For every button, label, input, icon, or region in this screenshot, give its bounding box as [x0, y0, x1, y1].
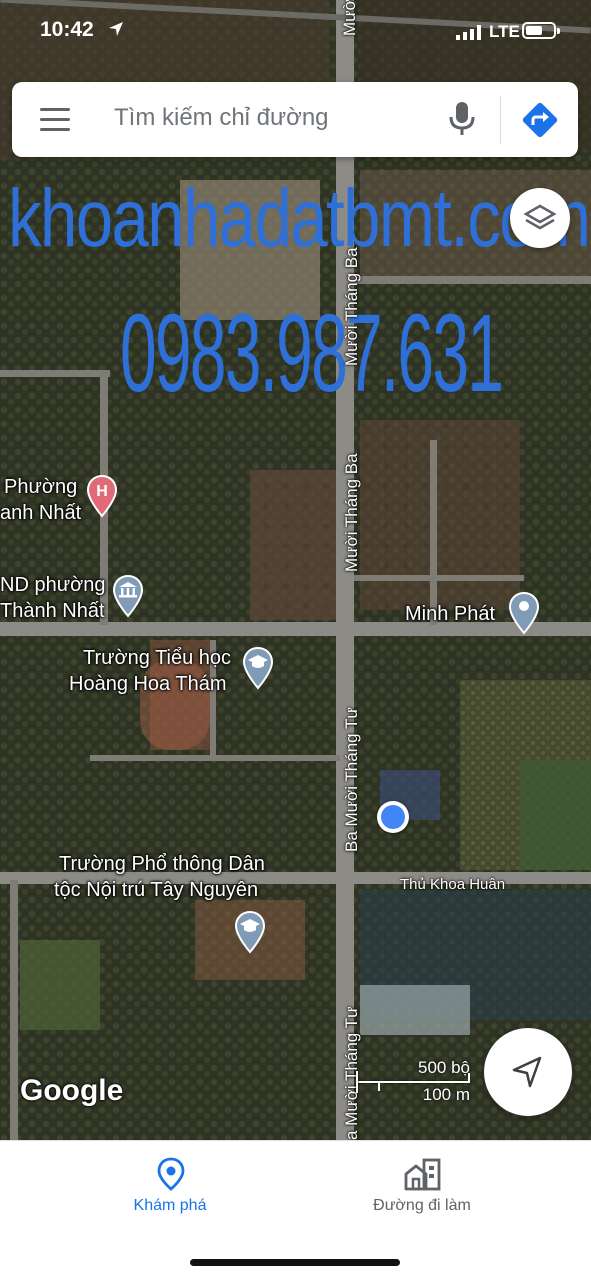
place-hospital-label-1[interactable]: Phường	[4, 476, 77, 499]
status-bar: 10:42 LTE	[0, 0, 591, 62]
place-school2-label-1[interactable]: Trường Phổ thông Dân	[59, 853, 265, 876]
bottom-navigation: Khám phá Đường đi làm	[0, 1140, 591, 1281]
place-pin-icon[interactable]	[508, 591, 540, 635]
microphone-icon[interactable]	[448, 100, 476, 138]
tab-commute-label: Đường đi làm	[373, 1197, 471, 1214]
road-label-muoi-thang-ba-1: Mười Tháng Ba	[342, 247, 361, 366]
hospital-pin-icon[interactable]: H	[86, 474, 118, 518]
map-view[interactable]: 10:42 LTE Tìm kiếm chỉ đường khoanhadatb…	[0, 0, 591, 1140]
status-time: 10:42	[40, 18, 94, 41]
battery-icon	[522, 22, 556, 39]
my-location-button[interactable]	[484, 1028, 572, 1116]
place-school1-label-2[interactable]: Hoàng Hoa Thám	[69, 673, 227, 696]
search-bar[interactable]: Tìm kiếm chỉ đường	[12, 82, 578, 157]
signal-icon	[456, 25, 481, 40]
search-input[interactable]: Tìm kiếm chỉ đường	[114, 104, 329, 132]
tab-explore-label: Khám phá	[133, 1197, 207, 1214]
scale-metric: 100 m	[422, 1085, 470, 1104]
place-hospital-label-2[interactable]: anh Nhất	[0, 502, 81, 525]
layers-icon	[523, 204, 557, 230]
scale-imperial: 500 bộ	[418, 1058, 470, 1077]
place-school1-label-1[interactable]: Trường Tiểu học	[83, 647, 231, 670]
map-scale: 500 bộ 100 m	[356, 1058, 472, 1108]
home-indicator	[190, 1259, 400, 1266]
commute-icon	[404, 1158, 441, 1191]
road-label-ba-muoi-thang-tu-1: Ba Mười Tháng Tư	[342, 707, 361, 852]
location-arrow-icon	[109, 22, 123, 36]
google-attribution: Google	[20, 1074, 124, 1107]
tab-commute[interactable]: Đường đi làm	[322, 1141, 522, 1241]
tab-explore[interactable]: Khám phá	[70, 1141, 270, 1241]
place-committee-label-1[interactable]: ND phường	[0, 574, 105, 597]
navigation-arrow-icon	[512, 1056, 542, 1088]
current-location-dot	[377, 801, 409, 833]
road-label-muoi-thang-ba-2: Mười Tháng Ba	[342, 453, 361, 572]
road-label-top: Mười	[340, 0, 359, 36]
directions-icon[interactable]	[520, 100, 560, 140]
road-label-thu-khoa-huan: Thủ Khoa Huân	[400, 876, 506, 893]
location-pin-icon	[157, 1157, 185, 1191]
place-committee-label-2[interactable]: Thành Nhất	[0, 600, 105, 623]
place-minh-phat-label[interactable]: Minh Phát	[405, 603, 495, 626]
satellite-imagery	[0, 0, 591, 1140]
place-school2-label-2[interactable]: tộc Nội trú Tây Nguyên	[54, 879, 258, 902]
watermark-site: khoanhadatbmt.com	[8, 173, 591, 264]
search-divider	[500, 96, 501, 144]
menu-icon[interactable]	[40, 108, 72, 132]
network-type: LTE	[489, 22, 520, 41]
government-pin-icon[interactable]	[112, 574, 144, 618]
watermark-phone: 0983.987.631	[120, 292, 504, 415]
school-pin-icon[interactable]	[242, 646, 274, 690]
battery-tip	[557, 28, 560, 34]
school-pin-icon[interactable]	[234, 910, 266, 954]
layers-button[interactable]	[510, 188, 570, 248]
svg-text:H: H	[96, 483, 108, 500]
